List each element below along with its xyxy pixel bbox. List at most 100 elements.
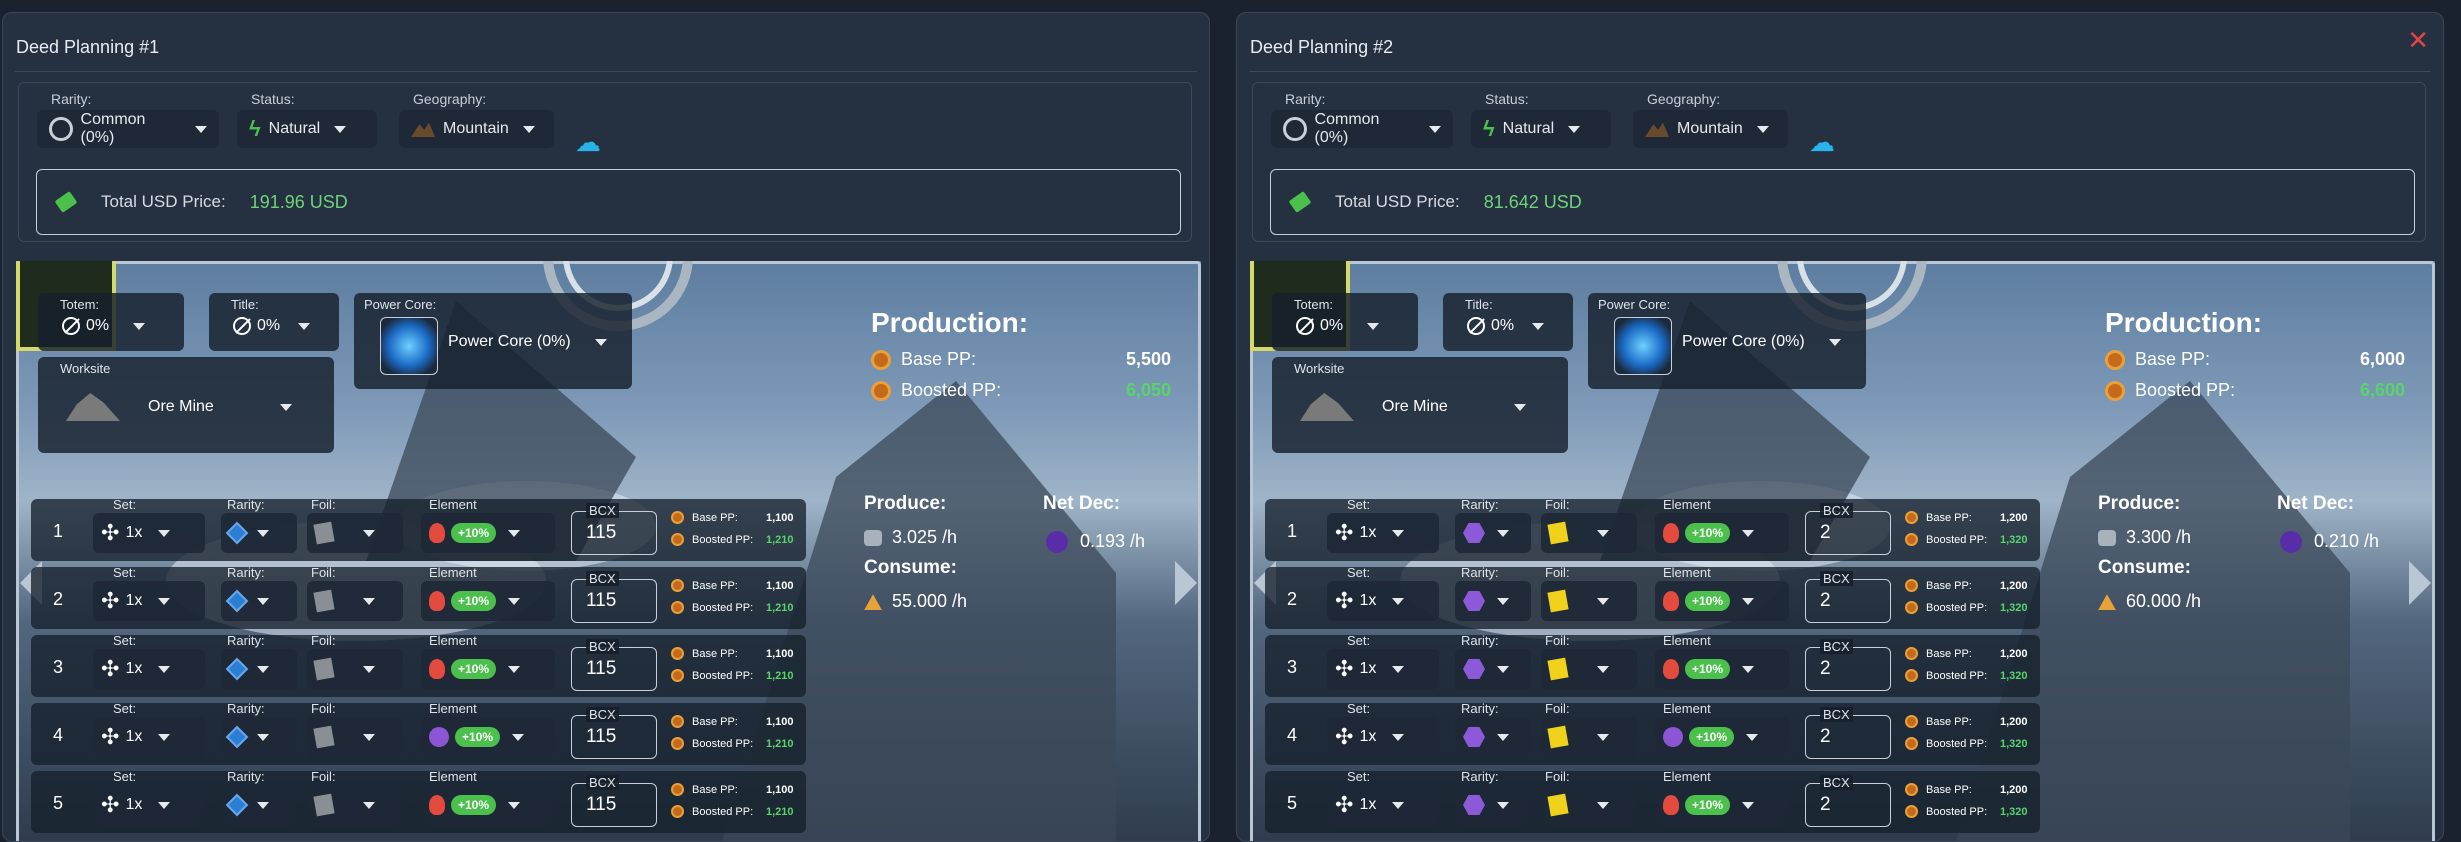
bcx-label: BCX [1820, 571, 1853, 586]
card-boosted-pp-label: Boosted PP: [692, 805, 754, 818]
set-select[interactable]: ✣ 1x [1327, 649, 1439, 689]
card-rarity-select[interactable] [221, 649, 297, 689]
foil-select[interactable] [1541, 513, 1637, 553]
status-select[interactable]: ϟ Natural [237, 110, 377, 148]
element-select[interactable]: +10% [1655, 513, 1789, 553]
totem-select[interactable]: Totem: 0% [1272, 293, 1418, 351]
card-base-pp-label: Base PP: [692, 647, 738, 660]
worksite-value: Ore Mine [148, 398, 214, 415]
card-rarity-select[interactable] [1455, 649, 1531, 689]
set-select[interactable]: ✣ 1x [93, 581, 205, 621]
rarity-select[interactable]: Common (0%) [37, 110, 219, 148]
produce-label: Produce: [2098, 493, 2181, 514]
set-select[interactable]: ✣ 1x [93, 785, 205, 825]
card-rarity-select[interactable] [1455, 785, 1531, 825]
card-rarity-select[interactable] [1455, 581, 1531, 621]
production-points-icon [671, 647, 684, 660]
set-select[interactable]: ✣ 1x [93, 649, 205, 689]
geography-select[interactable]: Mountain [399, 110, 554, 148]
foil-select[interactable] [1541, 785, 1637, 825]
set-select[interactable]: ✣ 1x [1327, 513, 1439, 553]
bcx-input[interactable]: BCX 2 [1805, 503, 1891, 555]
card-boosted-pp-label: Boosted PP: [1926, 601, 1988, 614]
set-select[interactable]: ✣ 1x [1327, 581, 1439, 621]
element-select[interactable]: +10% [1655, 785, 1789, 825]
foil-select[interactable] [1541, 581, 1637, 621]
card-slot-row: 3 Set: ✣ 1x Rarity: Foil: Element +10% BC… [31, 633, 806, 697]
set-select[interactable]: ✣ 1x [93, 513, 205, 553]
foil-select[interactable] [307, 785, 403, 825]
foil-select[interactable] [307, 649, 403, 689]
bcx-input[interactable]: BCX 115 [571, 707, 657, 759]
element-select[interactable]: +10% [421, 785, 555, 825]
card-rarity-select[interactable] [1455, 513, 1531, 553]
chevron-down-icon [1828, 338, 1841, 346]
worksite-select[interactable]: Worksite Ore Mine [38, 357, 334, 453]
rarity-select[interactable]: Common (0%) [1271, 110, 1453, 148]
element-label: Element [1663, 769, 1711, 784]
worksite-select[interactable]: Worksite Ore Mine [1272, 357, 1568, 453]
boosted-pp-row: Boosted PP: [671, 737, 753, 750]
price-value: 81.642 USD [1483, 191, 1582, 212]
cloud-download-icon[interactable]: ☁ [1809, 127, 1835, 158]
element-select[interactable]: +10% [1655, 649, 1789, 689]
element-select[interactable]: +10% [1655, 581, 1789, 621]
set-select[interactable]: ✣ 1x [93, 717, 205, 757]
rarity-gem-icon [1463, 795, 1485, 815]
element-select[interactable]: +10% [421, 581, 555, 621]
element-boost-badge: +10% [451, 523, 497, 543]
bcx-input[interactable]: BCX 2 [1805, 775, 1891, 827]
bcx-input[interactable]: BCX 115 [571, 571, 657, 623]
title-select[interactable]: Title: 0% [209, 293, 339, 351]
chevron-down-icon [363, 733, 375, 741]
power-core-select[interactable]: Power Core: Power Core (0%) [1588, 293, 1866, 389]
bcx-input[interactable]: BCX 115 [571, 775, 657, 827]
geography-select[interactable]: Mountain [1633, 110, 1788, 148]
price-label: Total USD Price: [1335, 192, 1460, 211]
card-rarity-select[interactable] [221, 785, 297, 825]
totem-select[interactable]: Totem: 0% [38, 293, 184, 351]
power-core-select[interactable]: Power Core: Power Core (0%) [354, 293, 632, 389]
card-rarity-select[interactable] [221, 513, 297, 553]
card-base-pp-value: 1,100 [766, 648, 794, 660]
bcx-input[interactable]: BCX 115 [571, 503, 657, 555]
set-select[interactable]: ✣ 1x [1327, 717, 1439, 757]
element-select[interactable]: +10% [421, 649, 555, 689]
rarity-gem-icon [225, 793, 249, 817]
geography-value: Mountain [443, 120, 509, 137]
foil-select[interactable] [1541, 717, 1637, 757]
set-value: 1x [1359, 796, 1377, 813]
close-icon[interactable]: ✕ [2407, 27, 2429, 53]
card-rarity-select[interactable] [221, 717, 297, 757]
totem-value: 0% [1320, 317, 1344, 334]
status-select[interactable]: ϟ Natural [1471, 110, 1611, 148]
production-points-icon [1905, 511, 1918, 524]
title-select[interactable]: Title: 0% [1443, 293, 1573, 351]
element-select[interactable]: +10% [1655, 717, 1789, 757]
element-select[interactable]: +10% [421, 513, 555, 553]
set-select[interactable]: ✣ 1x [1327, 785, 1439, 825]
card-base-pp-label: Base PP: [1926, 511, 1972, 524]
card-rarity-select[interactable] [221, 581, 297, 621]
next-arrow-icon[interactable] [2409, 561, 2431, 605]
foil-select[interactable] [307, 717, 403, 757]
bcx-input[interactable]: BCX 2 [1805, 571, 1891, 623]
base-pp-row: Base PP: [1905, 783, 1972, 796]
cloud-download-icon[interactable]: ☁ [575, 127, 601, 158]
foil-select[interactable] [307, 513, 403, 553]
card-rarity-select[interactable] [1455, 717, 1531, 757]
element-select[interactable]: +10% [421, 717, 555, 757]
foil-select[interactable] [1541, 649, 1637, 689]
bcx-input[interactable]: BCX 115 [571, 639, 657, 691]
next-arrow-icon[interactable] [1175, 561, 1197, 605]
power-core-icon [1614, 317, 1672, 375]
set-value: 1x [125, 524, 143, 541]
bcx-input[interactable]: BCX 2 [1805, 639, 1891, 691]
divider [1249, 71, 2431, 72]
set-icon: ✣ [1335, 588, 1354, 613]
bcx-input[interactable]: BCX 2 [1805, 707, 1891, 759]
set-value: 1x [1359, 524, 1377, 541]
chevron-down-icon [1597, 529, 1609, 537]
foil-select[interactable] [307, 581, 403, 621]
status-label: Status: [251, 91, 295, 107]
